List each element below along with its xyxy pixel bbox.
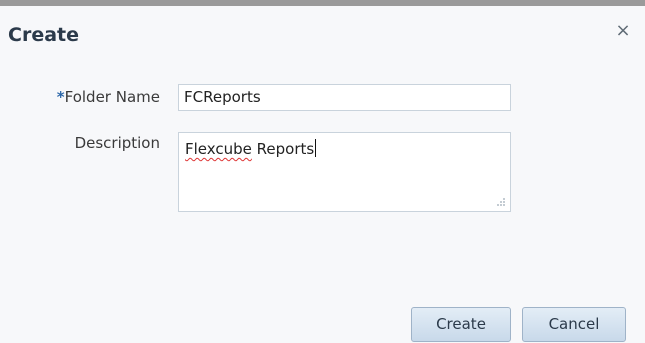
- resize-grip-icon[interactable]: [496, 197, 506, 207]
- folder-name-input[interactable]: FCReports: [178, 84, 511, 111]
- folder-name-label-text: Folder Name: [64, 88, 160, 106]
- dialog-title: Create: [8, 24, 79, 46]
- description-text: Reports: [251, 140, 315, 158]
- cancel-button[interactable]: Cancel: [522, 307, 626, 342]
- folder-name-label: *Folder Name: [38, 88, 160, 106]
- create-button[interactable]: Create: [411, 307, 511, 342]
- required-marker: *: [56, 88, 65, 106]
- description-text-misspelled: Flexcube: [185, 140, 252, 158]
- text-caret: [315, 139, 317, 157]
- description-textarea[interactable]: Flexcube Reports: [178, 132, 511, 212]
- close-icon[interactable]: ×: [612, 20, 634, 42]
- description-label: Description: [74, 134, 160, 152]
- create-folder-dialog: Create × *Folder Name FCReports Descript…: [0, 0, 645, 343]
